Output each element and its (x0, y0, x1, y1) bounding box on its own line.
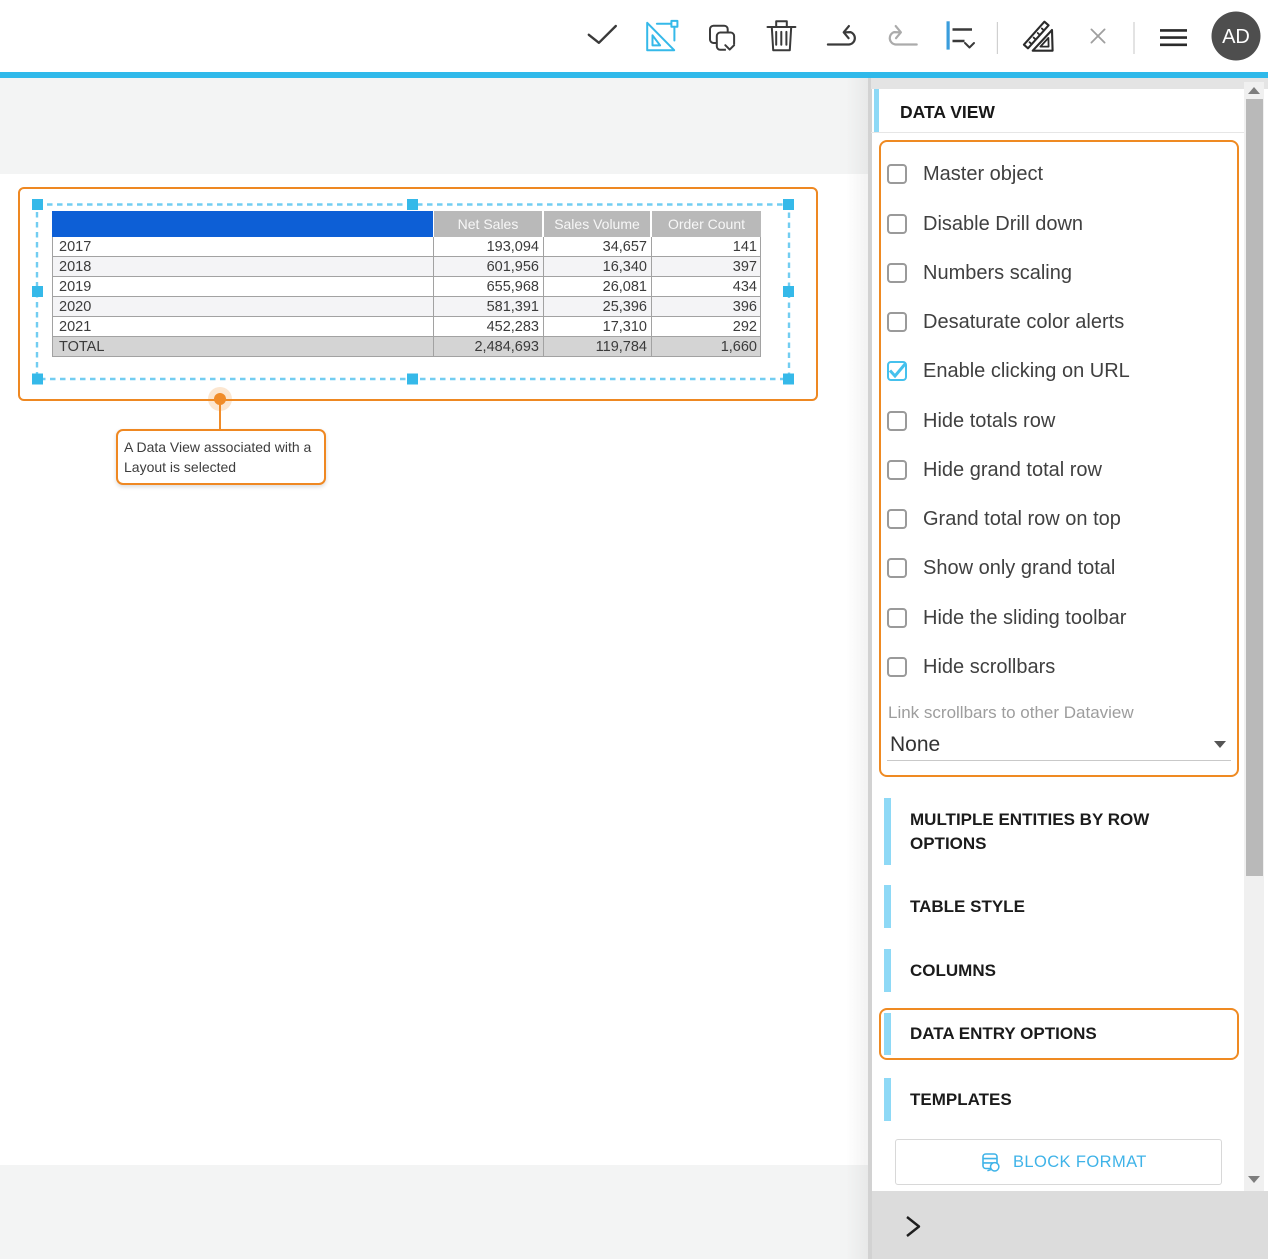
svg-text:AD: AD (1222, 26, 1250, 48)
